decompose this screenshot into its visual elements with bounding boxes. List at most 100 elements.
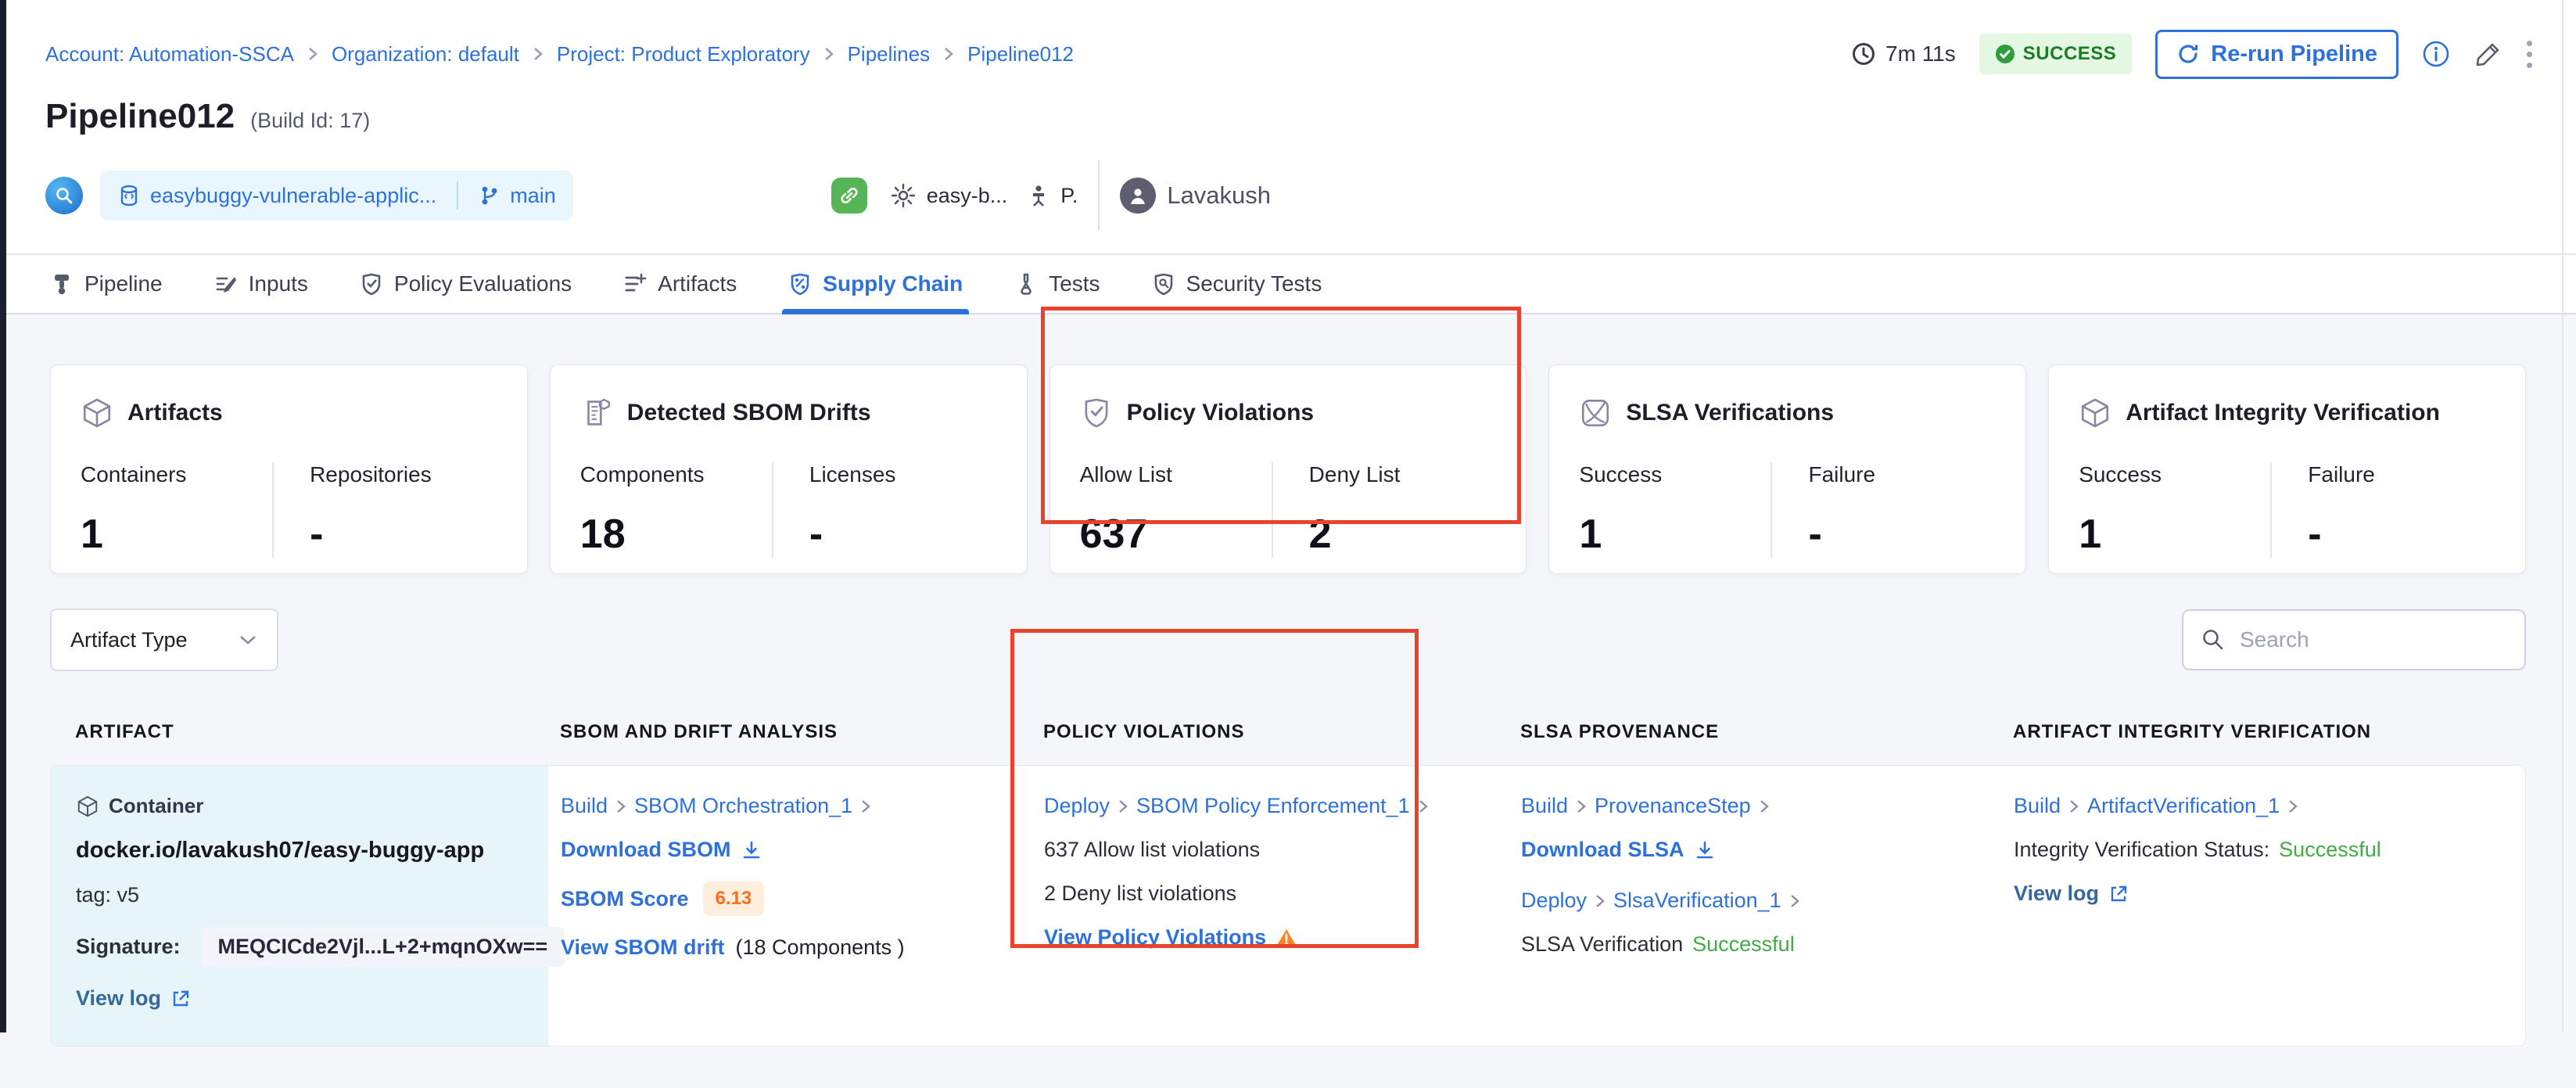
slsa-step-link-1[interactable]: ProvenanceStep	[1595, 794, 1751, 818]
artifact-image-name: docker.io/lavakush07/easy-buggy-app	[76, 838, 534, 864]
view-policy-violations-link[interactable]: View Policy Violations	[1044, 925, 1297, 950]
external-link-icon	[170, 989, 191, 1009]
chevron-right-icon	[1759, 798, 1770, 815]
drift-components-count: (18 Components )	[736, 935, 905, 960]
more-options-icon[interactable]	[2527, 41, 2532, 68]
artifact-tag: tag: v5	[76, 883, 534, 907]
integrity-step-link[interactable]: ArtifactVerification_1	[2087, 794, 2280, 818]
stat-label: Licenses	[809, 462, 997, 487]
pill-divider	[457, 181, 458, 210]
tab-security-tests[interactable]: Security Tests	[1152, 255, 1322, 313]
policy-violations-cell: Deploy SBOM Policy Enforcement_1 637 All…	[1031, 766, 1509, 1046]
search-box	[2182, 609, 2526, 670]
slsa-stage-link-2[interactable]: Deploy	[1521, 889, 1587, 913]
policy-step-link[interactable]: SBOM Policy Enforcement_1	[1136, 794, 1410, 818]
stat-label: Success	[2079, 462, 2270, 487]
tab-inputs[interactable]: Inputs	[214, 255, 308, 313]
column-header-integrity: ARTIFACT INTEGRITY VERIFICATION	[2000, 721, 2526, 743]
chevron-right-icon	[823, 45, 835, 63]
slsa-status-value: Successful	[1692, 932, 1795, 957]
download-icon	[1694, 839, 1716, 861]
podium-user-icon	[1026, 183, 1051, 208]
download-slsa-link[interactable]: Download SLSA	[1521, 838, 1716, 862]
tab-tests[interactable]: Tests	[1014, 255, 1100, 313]
breadcrumb: Account: Automation-SSCA Organization: d…	[45, 42, 1074, 66]
signature-value[interactable]: MEQCICde2Vjl...L+2+mqnOXw==	[201, 927, 565, 967]
allow-list-violations: 637 Allow list violations	[1044, 838, 1494, 862]
view-log-link[interactable]: View log	[2014, 882, 2129, 906]
search-input[interactable]	[2240, 627, 2507, 652]
run-meta-row: easybuggy-vulnerable-applic... main easy…	[45, 158, 2532, 233]
stat-value: 1	[2079, 511, 2270, 558]
trigger-type[interactable]: P.	[1026, 183, 1078, 208]
tab-policy-evaluations[interactable]: Policy Evaluations	[360, 255, 572, 313]
view-sbom-drift-link[interactable]: View SBOM drift	[561, 935, 725, 960]
refresh-icon	[2176, 42, 2200, 66]
breadcrumb-organization[interactable]: Organization: default	[332, 42, 519, 66]
flask-icon	[1014, 272, 1038, 296]
slsa-stage-link-1[interactable]: Build	[1521, 794, 1568, 818]
edit-pencil-icon[interactable]	[2474, 39, 2503, 69]
slsa-step-link-2[interactable]: SlsaVerification_1	[1613, 889, 1781, 913]
sbom-stage-link[interactable]: Build	[561, 794, 608, 818]
info-icon[interactable]	[2422, 40, 2450, 68]
meta-divider	[1098, 160, 1100, 231]
execution-setup[interactable]: easy-b...	[889, 181, 1008, 210]
breadcrumb-project[interactable]: Project: Product Exploratory	[557, 42, 810, 66]
breadcrumb-pipelines[interactable]: Pipelines	[848, 42, 931, 66]
chevron-down-icon	[238, 633, 258, 647]
shield-check-icon	[360, 272, 383, 296]
chevron-right-icon	[1789, 892, 1800, 910]
repo-branch-pill[interactable]: easybuggy-vulnerable-applic... main	[100, 171, 573, 221]
signature-label: Signature:	[76, 935, 181, 959]
stat-value: 637	[1080, 511, 1272, 558]
view-log-link[interactable]: View log	[76, 986, 191, 1011]
download-icon	[741, 839, 762, 861]
repository-icon	[117, 184, 141, 207]
tab-artifacts[interactable]: Artifacts	[623, 255, 737, 313]
chevron-right-icon	[942, 45, 955, 63]
supply-chain-panel: Artifacts Containers1 Repositories- Dete…	[0, 314, 2576, 1088]
slsa-provenance-cell: Build ProvenanceStep Download SLSA Deplo…	[1509, 766, 2001, 1046]
run-duration: 7m 11s	[1851, 41, 1956, 66]
chevron-right-icon	[532, 45, 544, 63]
chevron-right-icon	[1418, 798, 1429, 815]
chevron-right-icon	[615, 798, 626, 815]
tab-supply-chain[interactable]: Supply Chain	[788, 255, 963, 313]
policy-stage-link[interactable]: Deploy	[1044, 794, 1110, 818]
sbom-step-link[interactable]: SBOM Orchestration_1	[634, 794, 852, 818]
supply-chain-shield-icon	[788, 272, 812, 296]
rerun-pipeline-button[interactable]: Re-run Pipeline	[2155, 30, 2398, 79]
cube-icon	[81, 397, 113, 429]
integrity-stage-link[interactable]: Build	[2014, 794, 2061, 818]
sbom-score-link[interactable]: SBOM Score	[561, 887, 689, 911]
chevron-right-icon	[307, 45, 319, 63]
branch-name[interactable]: main	[510, 184, 556, 208]
download-sbom-link[interactable]: Download SBOM	[561, 838, 762, 862]
execution-tabbar: Pipeline Inputs Policy Evaluations Artif…	[0, 253, 2576, 314]
stat-label: Containers	[81, 462, 272, 487]
breadcrumb-pipeline012[interactable]: Pipeline012	[967, 42, 1074, 66]
stat-value: -	[2308, 511, 2495, 558]
page-title: Pipeline012	[45, 97, 235, 136]
stat-label: Components	[580, 462, 772, 487]
sbom-document-icon	[580, 397, 613, 429]
artifact-cell: Container docker.io/lavakush07/easy-bugg…	[51, 766, 548, 1046]
repo-name[interactable]: easybuggy-vulnerable-applic...	[150, 184, 436, 208]
artifact-type-dropdown[interactable]: Artifact Type	[50, 609, 278, 671]
search-icon	[2201, 627, 2226, 652]
column-header-artifact: ARTIFACT	[50, 721, 547, 743]
tab-pipeline[interactable]: Pipeline	[50, 255, 163, 313]
status-badge: SUCCESS	[1979, 34, 2133, 74]
deny-list-violations: 2 Deny list violations	[1044, 882, 1494, 906]
scrollbar-track[interactable]	[2562, 0, 2563, 1032]
summary-card-policy-violations: Policy Violations Allow List637 Deny Lis…	[1049, 364, 1527, 574]
warning-triangle-icon	[1275, 928, 1297, 948]
artifact-type-label: Container	[109, 794, 203, 818]
check-circle-icon	[1995, 44, 2015, 64]
breadcrumb-account[interactable]: Account: Automation-SSCA	[45, 42, 294, 66]
stat-label: Failure	[1808, 462, 1996, 487]
summary-card-artifact-integrity: Artifact Integrity Verification Success1…	[2048, 364, 2526, 574]
column-header-policy: POLICY VIOLATIONS	[1031, 721, 1508, 743]
gear-icon	[889, 181, 917, 210]
